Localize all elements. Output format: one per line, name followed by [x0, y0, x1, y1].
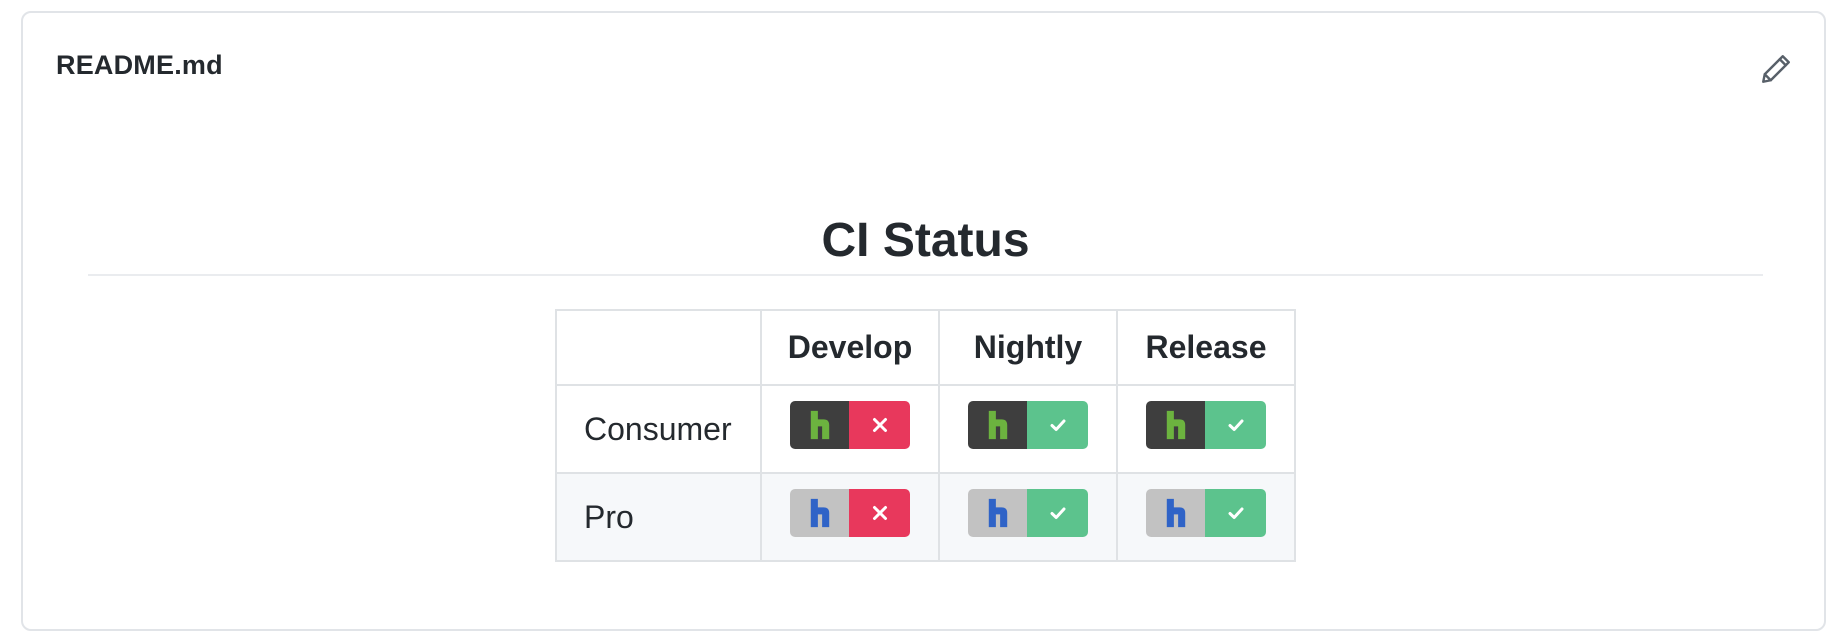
checkmark-icon — [1027, 488, 1088, 537]
badge-cell — [1116, 472, 1296, 562]
cross-icon — [849, 488, 910, 537]
table-row: Consumer — [555, 384, 1296, 474]
checkmark-icon — [1027, 400, 1088, 449]
checkmark-icon — [1205, 400, 1266, 449]
build-badge-pro-nightly[interactable] — [968, 488, 1088, 537]
heroku-logo-icon — [968, 400, 1027, 449]
heroku-logo-icon — [1146, 400, 1205, 449]
heroku-logo-icon — [1146, 488, 1205, 537]
table-header-develop: Develop — [760, 309, 940, 386]
build-badge-consumer-nightly[interactable] — [968, 400, 1088, 449]
checkmark-icon — [1205, 488, 1266, 537]
ci-status-table: Develop Nightly Release Consumer Pro — [555, 309, 1296, 562]
heroku-logo-icon — [790, 488, 849, 537]
row-label-pro: Pro — [555, 472, 762, 562]
table-header-row: Develop Nightly Release — [555, 309, 1296, 386]
heroku-logo-icon — [968, 488, 1027, 537]
table-row: Pro — [555, 472, 1296, 562]
cross-icon — [849, 400, 910, 449]
page-title: CI Status — [821, 214, 1030, 267]
badge-cell — [1116, 384, 1296, 474]
build-badge-pro-develop[interactable] — [790, 488, 910, 537]
badge-cell — [938, 472, 1118, 562]
heading-divider — [88, 274, 1763, 276]
badge-cell — [760, 384, 940, 474]
edit-file-button[interactable] — [1758, 51, 1794, 87]
table-header-empty — [555, 309, 762, 386]
badge-cell — [760, 472, 940, 562]
row-label-consumer: Consumer — [555, 384, 762, 474]
readme-filename: README.md — [56, 50, 223, 80]
table-header-nightly: Nightly — [938, 309, 1118, 386]
badge-cell — [938, 384, 1118, 474]
heroku-logo-icon — [790, 400, 849, 449]
pencil-icon — [1762, 55, 1790, 83]
table-header-release: Release — [1116, 309, 1296, 386]
build-badge-consumer-develop[interactable] — [790, 400, 910, 449]
build-badge-consumer-release[interactable] — [1146, 400, 1266, 449]
readme-header: README.md — [23, 13, 1824, 113]
readme-container: README.md CI Status Develop Nightly Rele… — [21, 11, 1826, 631]
build-badge-pro-release[interactable] — [1146, 488, 1266, 537]
